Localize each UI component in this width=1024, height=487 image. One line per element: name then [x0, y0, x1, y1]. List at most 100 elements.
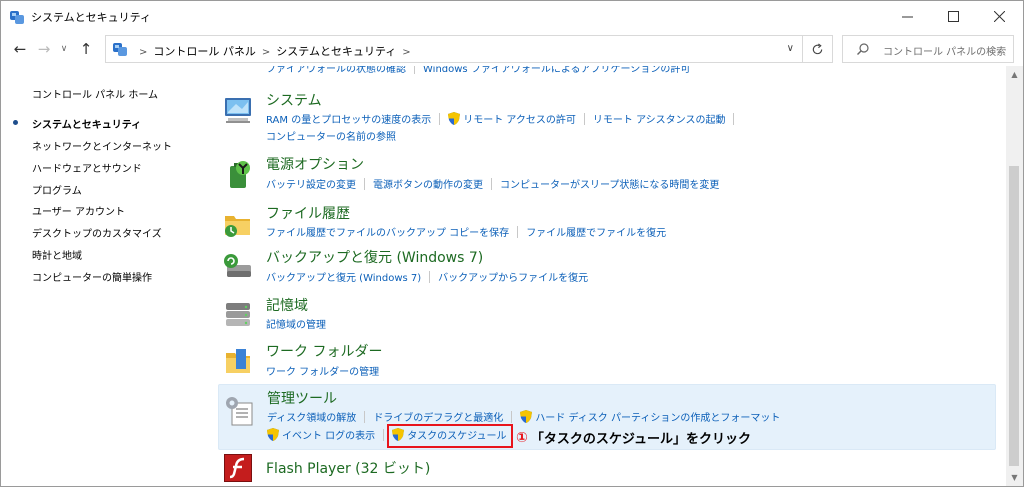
address-dropdown-icon[interactable]: ∨ — [787, 43, 794, 54]
search-placeholder: コントロール パネルの検索 — [883, 47, 1007, 58]
link-defragment[interactable]: ドライブのデフラグと最適化 — [373, 409, 503, 424]
annotation-highlight-box — [387, 424, 513, 448]
category-title-power[interactable]: 電源オプション — [266, 154, 364, 174]
link-divider — [414, 66, 415, 74]
recent-locations-button[interactable]: ∨ — [53, 38, 75, 60]
annotation-callout: ① 「タスクのスケジュール」をクリック — [516, 428, 751, 448]
selected-bullet-icon — [13, 120, 18, 125]
maximize-icon — [947, 11, 959, 22]
minimize-button[interactable] — [884, 1, 930, 32]
link-file-history-backup[interactable]: ファイル履歴でファイルのバックアップ コピーを保存 — [266, 224, 509, 239]
link-divider — [429, 270, 431, 283]
storage-links: 記憶域の管理 — [266, 316, 326, 331]
breadcrumb-separator-icon[interactable]: > — [262, 47, 270, 58]
link-file-history-restore[interactable]: ファイル履歴でファイルを復元 — [526, 224, 666, 239]
system-links-row2: コンピューターの名前の参照 — [266, 128, 396, 143]
link-divider — [364, 410, 366, 423]
link-divider — [364, 177, 365, 190]
link-ram-processor[interactable]: RAM の量とプロセッサの速度の表示 — [266, 111, 431, 126]
category-flash-player: Flash Player (32 ビット) — [216, 452, 996, 482]
control-panel-home-link[interactable]: コントロール パネル ホーム — [32, 86, 158, 101]
category-title-file-history[interactable]: ファイル履歴 — [266, 203, 350, 223]
nav-item-hardware-sound[interactable]: ハードウェアとサウンド — [32, 160, 142, 175]
file-history-links: ファイル履歴でファイルのバックアップ コピーを保存 ファイル履歴でファイルを復元 — [266, 224, 666, 239]
up-button[interactable]: ↑ — [75, 38, 97, 60]
forward-button[interactable]: → — [33, 38, 55, 60]
category-storage-spaces: 記憶域 記憶域の管理 — [216, 295, 996, 335]
category-firewall: ファイアウォールの状態の確認 Windows ファイアウォールによるアプリケーシ… — [216, 66, 996, 78]
category-list: ファイアウォールの状態の確認 Windows ファイアウォールによるアプリケーシ… — [216, 66, 996, 486]
annotation-text: 「タスクのスケジュール」をクリック — [530, 432, 751, 447]
link-computer-name[interactable]: コンピューターの名前の参照 — [266, 128, 396, 143]
scroll-down-icon[interactable]: ▼ — [1006, 469, 1023, 486]
search-icon — [857, 43, 869, 55]
link-divider — [491, 177, 492, 190]
backup-restore-icon — [224, 254, 251, 277]
link-divider — [733, 112, 735, 125]
nav-item-programs[interactable]: プログラム — [32, 182, 82, 197]
category-title-admin-tools[interactable]: 管理ツール — [267, 388, 337, 408]
refresh-icon — [812, 42, 823, 54]
link-disk-partitions-label: ハード ディスク パーティションの作成とフォーマット — [535, 413, 781, 424]
breadcrumb-control-panel[interactable]: コントロール パネル — [153, 45, 256, 58]
link-firewall-status[interactable]: ファイアウォールの状態の確認 — [266, 66, 406, 75]
link-manage-work-folders[interactable]: ワーク フォルダーの管理 — [266, 363, 379, 378]
uac-shield-icon — [520, 410, 533, 423]
category-work-folders: ワーク フォルダー ワーク フォルダーの管理 — [216, 341, 996, 381]
file-history-icon — [225, 216, 250, 237]
arrow-right-icon: → — [37, 40, 51, 58]
link-sleep-time[interactable]: コンピューターがスリープ状態になる時間を変更 — [500, 176, 719, 191]
category-power-options: 電源オプション バッテリ設定の変更 電源ボタンの動作の変更 コンピューターがスリ… — [216, 154, 996, 194]
link-power-button[interactable]: 電源ボタンの動作の変更 — [373, 176, 483, 191]
firewall-icon — [222, 66, 254, 82]
breadcrumb-separator-icon[interactable]: > — [139, 47, 147, 58]
category-file-history: ファイル履歴 ファイル履歴でファイルのバックアップ コピーを保存 ファイル履歴で… — [216, 203, 996, 243]
nav-item-ease-of-access[interactable]: コンピューターの簡単操作 — [32, 269, 152, 284]
link-remote-access[interactable]: リモート アクセスの許可 — [448, 111, 576, 126]
category-title-backup[interactable]: バックアップと復元 (Windows 7) — [266, 247, 483, 267]
nav-item-clock-region[interactable]: 時計と地域 — [32, 247, 82, 262]
scroll-up-icon[interactable]: ▲ — [1006, 66, 1023, 83]
link-divider — [383, 428, 385, 441]
address-bar[interactable]: > コントロール パネル > システムとセキュリティ > ∨ — [105, 35, 803, 63]
link-event-log[interactable]: イベント ログの表示 — [267, 427, 375, 442]
category-system: システム RAM の量とプロセッサの速度の表示 リモート アクセスの許可 リモー… — [216, 90, 996, 150]
nav-item-network[interactable]: ネットワークとインターネット — [32, 138, 172, 153]
close-button[interactable] — [976, 1, 1022, 32]
category-title-system[interactable]: システム — [266, 90, 322, 110]
back-button[interactable]: ← — [9, 38, 31, 60]
breadcrumb-separator-icon[interactable]: > — [402, 47, 410, 58]
link-backup-restore[interactable]: バックアップと復元 (Windows 7) — [266, 269, 421, 284]
minimize-icon — [901, 16, 913, 18]
category-title-work-folders[interactable]: ワーク フォルダー — [266, 341, 382, 361]
breadcrumb-system-security[interactable]: システムとセキュリティ — [276, 45, 396, 58]
link-firewall-allow-apps[interactable]: Windows ファイアウォールによるアプリケーションの許可 — [423, 66, 690, 75]
admin-links-row1: ディスク領域の解放 ドライブのデフラグと最適化 ハード ディスク パーティション… — [267, 409, 780, 424]
scroll-thumb[interactable] — [1009, 166, 1019, 466]
flash-player-icon — [224, 454, 252, 482]
maximize-button[interactable] — [930, 1, 976, 32]
link-disk-cleanup[interactable]: ディスク領域の解放 — [267, 409, 356, 424]
link-divider — [583, 112, 585, 125]
category-title-flash-player[interactable]: Flash Player (32 ビット) — [266, 458, 430, 478]
nav-item-desktop-customization[interactable]: デスクトップのカスタマイズ — [32, 225, 162, 240]
link-manage-storage[interactable]: 記憶域の管理 — [266, 316, 326, 331]
backup-links: バックアップと復元 (Windows 7) バックアップからファイルを復元 — [266, 269, 588, 284]
storage-spaces-icon — [226, 303, 250, 326]
link-event-log-label: イベント ログの表示 — [282, 431, 376, 442]
system-links-row1: RAM の量とプロセッサの速度の表示 リモート アクセスの許可 リモート アシス… — [266, 111, 742, 126]
nav-item-user-accounts[interactable]: ユーザー アカウント — [32, 203, 125, 218]
link-remote-assistance[interactable]: リモート アシスタンスの起動 — [593, 111, 726, 126]
left-navigation-pane: コントロール パネル ホーム システムとセキュリティ ネットワークとインターネッ… — [1, 66, 211, 486]
link-battery-settings[interactable]: バッテリ設定の変更 — [266, 176, 356, 191]
administrative-tools-icon — [226, 397, 253, 426]
vertical-scrollbar[interactable]: ▲ ▼ — [1006, 66, 1023, 486]
category-title-storage[interactable]: 記憶域 — [266, 295, 308, 315]
link-restore-from-backup[interactable]: バックアップからファイルを復元 — [438, 269, 588, 284]
search-input[interactable]: コントロール パネルの検索 — [842, 35, 1014, 63]
control-panel-icon — [113, 43, 127, 56]
nav-item-system-security[interactable]: システムとセキュリティ — [32, 116, 141, 131]
refresh-button[interactable] — [803, 35, 833, 63]
link-disk-partitions[interactable]: ハード ディスク パーティションの作成とフォーマット — [520, 409, 780, 424]
control-panel-icon — [10, 11, 24, 24]
